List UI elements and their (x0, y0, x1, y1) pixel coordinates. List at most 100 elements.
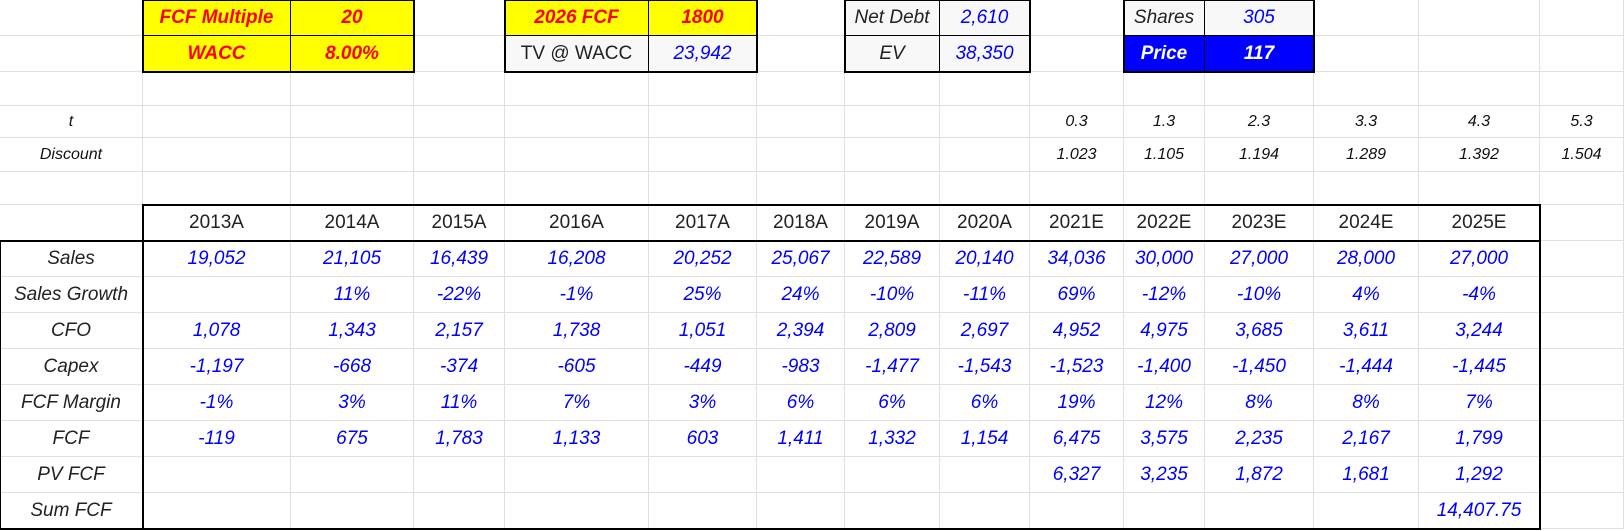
table-cell[interactable]: 8% (1314, 385, 1419, 421)
table-cell[interactable]: 4,975 (1124, 313, 1205, 349)
cell-G5[interactable] (757, 138, 845, 172)
table-cell[interactable]: 3,575 (1124, 421, 1205, 457)
table-cell[interactable]: 6% (845, 385, 940, 421)
net-debt-value[interactable]: 2,610 (940, 0, 1030, 36)
wacc-input[interactable]: 8.00% (291, 36, 414, 72)
table-cell[interactable]: 20,252 (649, 241, 757, 277)
ev-label[interactable]: EV (845, 36, 940, 72)
table-cell[interactable]: 2,697 (940, 313, 1030, 349)
ev-value[interactable]: 38,350 (940, 36, 1030, 72)
cell-F3[interactable] (649, 72, 757, 106)
cell-L6[interactable] (1205, 172, 1314, 205)
cell-C5[interactable] (291, 138, 414, 172)
cell-F5[interactable] (649, 138, 757, 172)
cell-B5[interactable] (143, 138, 291, 172)
table-cell[interactable] (845, 493, 940, 529)
cell-N3[interactable] (1419, 72, 1540, 106)
table-cell[interactable] (1124, 493, 1205, 529)
cell-O12[interactable] (1540, 385, 1624, 421)
cell-J6[interactable] (1030, 172, 1124, 205)
cell-A7[interactable] (0, 205, 143, 241)
table-cell[interactable]: 1,332 (845, 421, 940, 457)
table-cell[interactable] (1030, 493, 1124, 529)
row-label[interactable]: Sales Growth (0, 277, 143, 313)
table-cell[interactable]: 1,292 (1419, 457, 1540, 493)
cell-C6[interactable] (291, 172, 414, 205)
year-header[interactable]: 2013A (143, 205, 291, 241)
cell-D6[interactable] (414, 172, 505, 205)
year-header[interactable]: 2025E (1419, 205, 1540, 241)
discount-value[interactable]: 1.023 (1030, 138, 1124, 172)
table-cell[interactable]: -1,444 (1314, 349, 1419, 385)
table-cell[interactable]: 4% (1314, 277, 1419, 313)
tv-value[interactable]: 23,942 (649, 36, 757, 72)
table-cell[interactable] (414, 457, 505, 493)
t-value[interactable]: 0.3 (1030, 106, 1124, 138)
cell-H4[interactable] (845, 106, 940, 138)
fcf-multiple-label[interactable]: FCF Multiple (143, 0, 291, 36)
table-cell[interactable]: 1,681 (1314, 457, 1419, 493)
cell-O3[interactable] (1540, 72, 1624, 106)
table-cell[interactable]: 11% (414, 385, 505, 421)
cell-O10[interactable] (1540, 313, 1624, 349)
table-cell[interactable]: 1,343 (291, 313, 414, 349)
cell-C4[interactable] (291, 106, 414, 138)
table-cell[interactable]: 675 (291, 421, 414, 457)
cell-N1[interactable] (1419, 0, 1540, 36)
cell-I5[interactable] (940, 138, 1030, 172)
price-value[interactable]: 117 (1205, 36, 1314, 72)
cell-N2[interactable] (1419, 36, 1540, 72)
year-header[interactable]: 2019A (845, 205, 940, 241)
table-cell[interactable]: 24% (757, 277, 845, 313)
cell-F4[interactable] (649, 106, 757, 138)
table-cell[interactable]: -1,477 (845, 349, 940, 385)
t-label[interactable]: t (0, 106, 143, 138)
table-cell[interactable]: 4,952 (1030, 313, 1124, 349)
cell-N6[interactable] (1419, 172, 1540, 205)
cell-D1[interactable] (414, 0, 505, 36)
table-cell[interactable]: 7% (1419, 385, 1540, 421)
table-cell[interactable]: -1,450 (1205, 349, 1314, 385)
cell-C3[interactable] (291, 72, 414, 106)
cell-D5[interactable] (414, 138, 505, 172)
table-cell[interactable]: 3,685 (1205, 313, 1314, 349)
table-cell[interactable]: 20,140 (940, 241, 1030, 277)
cell-H5[interactable] (845, 138, 940, 172)
cell-I3[interactable] (940, 72, 1030, 106)
cell-A6[interactable] (0, 172, 143, 205)
table-cell[interactable]: 2,809 (845, 313, 940, 349)
table-cell[interactable] (291, 457, 414, 493)
year-header[interactable]: 2017A (649, 205, 757, 241)
table-cell[interactable] (291, 493, 414, 529)
cell-A2[interactable] (0, 36, 143, 72)
table-cell[interactable]: -605 (505, 349, 649, 385)
table-cell[interactable] (757, 457, 845, 493)
fcf-2026-input[interactable]: 1800 (649, 0, 757, 36)
cell-L3[interactable] (1205, 72, 1314, 106)
table-cell[interactable]: 2,394 (757, 313, 845, 349)
shares-label[interactable]: Shares (1124, 0, 1205, 36)
year-header[interactable]: 2015A (414, 205, 505, 241)
row-label[interactable]: PV FCF (0, 457, 143, 493)
table-cell[interactable]: 1,411 (757, 421, 845, 457)
cell-H3[interactable] (845, 72, 940, 106)
table-cell[interactable]: 2,167 (1314, 421, 1419, 457)
table-cell[interactable]: 21,105 (291, 241, 414, 277)
table-cell[interactable]: -983 (757, 349, 845, 385)
table-cell[interactable]: 27,000 (1419, 241, 1540, 277)
cell-D4[interactable] (414, 106, 505, 138)
table-cell[interactable] (845, 457, 940, 493)
t-value[interactable]: 5.3 (1540, 106, 1624, 138)
table-cell[interactable]: 19,052 (143, 241, 291, 277)
t-value[interactable]: 1.3 (1124, 106, 1205, 138)
shares-value[interactable]: 305 (1205, 0, 1314, 36)
table-cell[interactable]: 19% (1030, 385, 1124, 421)
discount-label[interactable]: Discount (0, 138, 143, 172)
table-cell[interactable]: -11% (940, 277, 1030, 313)
table-cell[interactable]: -1,197 (143, 349, 291, 385)
row-label[interactable]: Capex (0, 349, 143, 385)
t-value[interactable]: 2.3 (1205, 106, 1314, 138)
table-cell[interactable]: 7% (505, 385, 649, 421)
cell-O14[interactable] (1540, 457, 1624, 493)
year-header[interactable]: 2021E (1030, 205, 1124, 241)
